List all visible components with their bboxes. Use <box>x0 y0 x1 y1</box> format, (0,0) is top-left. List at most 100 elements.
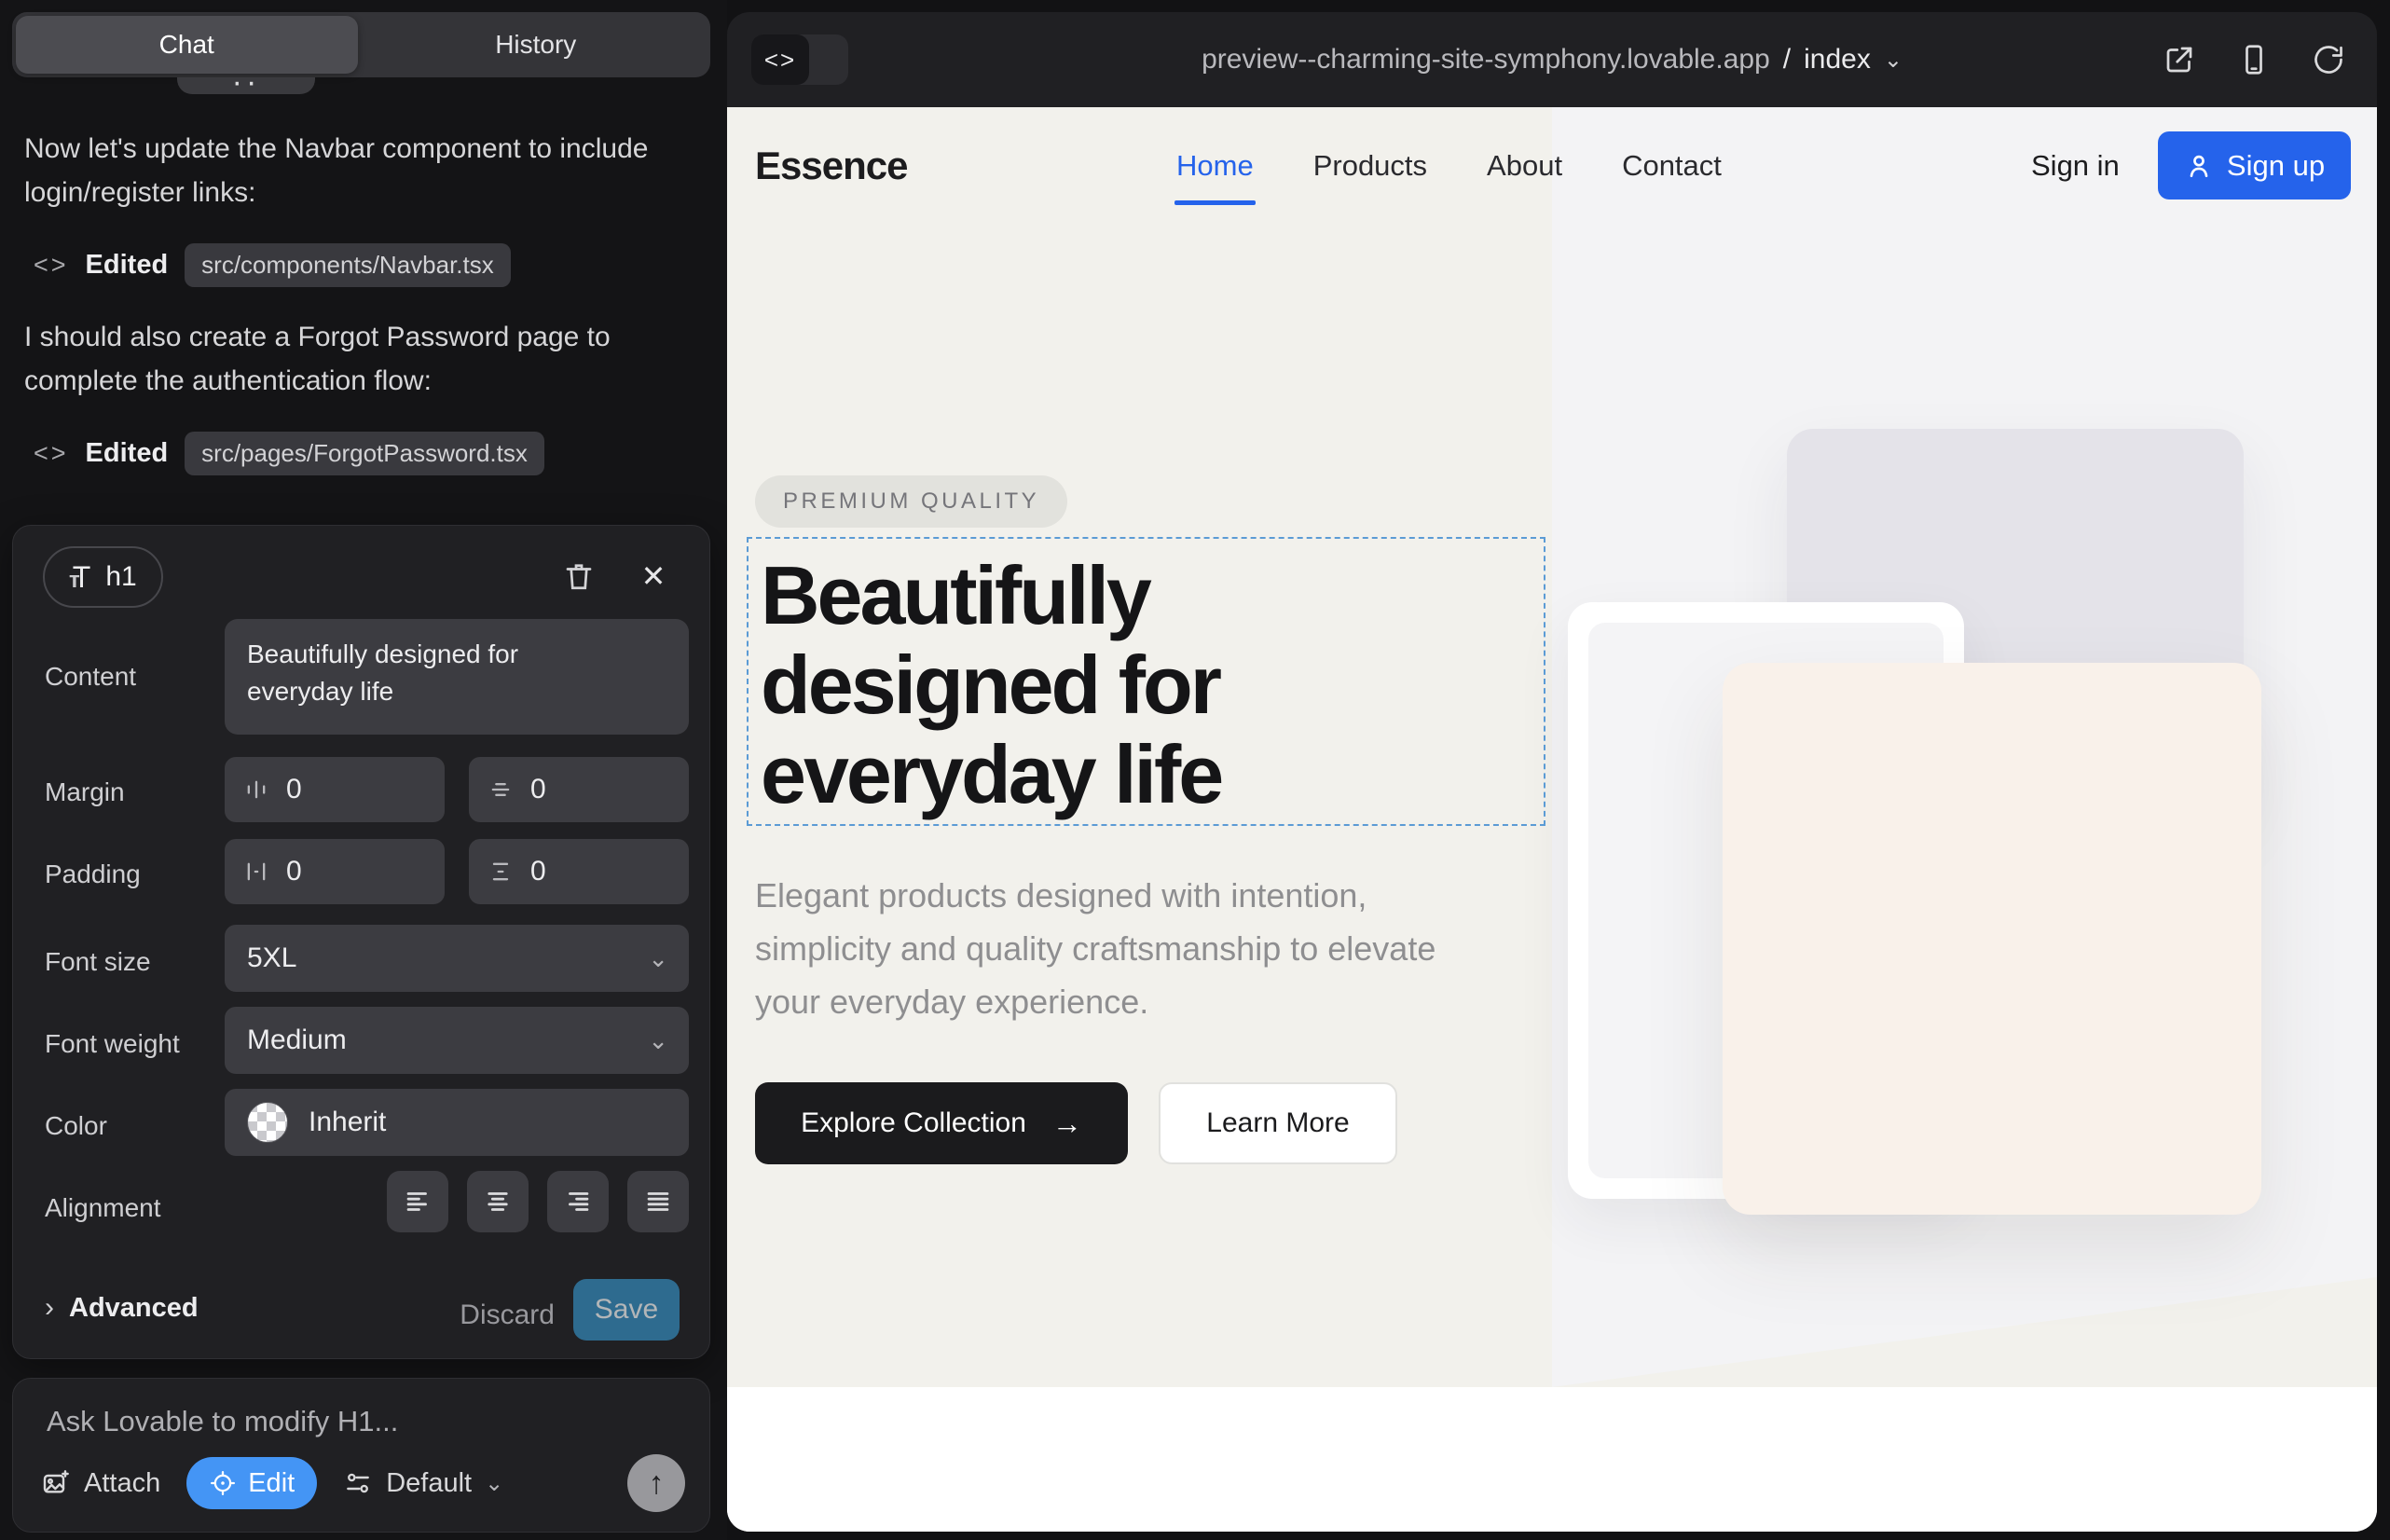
tab-history[interactable]: History <box>365 16 707 74</box>
send-button[interactable]: ↑ <box>627 1454 685 1512</box>
sign-up-button[interactable]: Sign up <box>2158 131 2351 199</box>
url-separator: / <box>1783 44 1791 76</box>
margin-x-value: 0 <box>286 774 302 805</box>
premium-quality-badge: PREMIUM QUALITY <box>755 475 1067 528</box>
content-input[interactable]: Beautifully designed for everyday life <box>225 619 689 735</box>
element-tag-label: h1 <box>105 561 136 593</box>
margin-label: Margin <box>45 777 125 807</box>
padding-x-input[interactable]: 0 <box>225 839 445 904</box>
nav-link-about[interactable]: About <box>1487 149 1562 183</box>
decor-card-cream <box>1723 663 2261 1215</box>
font-size-label: Font size <box>45 947 151 977</box>
file-path-badge[interactable]: src/components/Navbar.tsx <box>185 243 511 287</box>
below-hero-section <box>727 1387 2377 1532</box>
color-label: Color <box>45 1111 107 1141</box>
chat-composer[interactable]: Ask Lovable to modify H1... Attach <box>12 1378 710 1533</box>
element-editor-panel: тT h1 ✕ Content Beautifully designed for… <box>12 525 710 1359</box>
margin-vertical-icon <box>488 777 514 803</box>
font-weight-select[interactable]: Medium ⌄ <box>225 1007 689 1074</box>
margin-x-input[interactable]: 0 <box>225 757 445 822</box>
chevron-right-icon: › <box>45 1292 54 1324</box>
learn-more-button[interactable]: Learn More <box>1159 1082 1397 1164</box>
arrow-right-icon: → <box>1052 1107 1082 1141</box>
mode-label: Default <box>386 1468 472 1499</box>
code-icon: <> <box>34 439 69 468</box>
trash-icon <box>562 559 596 593</box>
diagonal-cream-wedge <box>1552 1277 2377 1387</box>
padding-vertical-icon <box>488 859 514 885</box>
margin-y-input[interactable]: 0 <box>469 757 689 822</box>
margin-y-value: 0 <box>530 774 546 805</box>
site-viewport: Essence Home Products About Contact Sign… <box>727 107 2377 1532</box>
open-in-new-tab-button[interactable] <box>2163 43 2196 76</box>
font-size-value: 5XL <box>247 942 296 974</box>
advanced-label: Advanced <box>69 1293 199 1324</box>
edited-label: Edited <box>86 438 169 469</box>
color-select[interactable]: Inherit <box>225 1089 689 1156</box>
advanced-toggle[interactable]: › Advanced <box>45 1292 199 1324</box>
explore-collection-button[interactable]: Explore Collection → <box>755 1082 1128 1164</box>
url-page: index <box>1804 44 1871 76</box>
close-icon: ✕ <box>641 558 666 594</box>
edited-file-row[interactable]: <> Edited src/pages/ForgotPassword.tsx <box>34 429 544 477</box>
tab-chat[interactable]: Chat <box>16 16 358 74</box>
padding-horizontal-icon <box>243 859 269 885</box>
file-path-badge[interactable]: src/pages/ForgotPassword.tsx <box>185 432 544 475</box>
selected-element-pill[interactable]: тT h1 <box>43 546 163 608</box>
scrolled-badge: ·· <box>177 77 315 94</box>
edited-file-row[interactable]: <> Edited src/components/Navbar.tsx <box>34 241 511 289</box>
type-icon: тT <box>69 560 90 595</box>
composer-placeholder[interactable]: Ask Lovable to modify H1... <box>47 1405 398 1438</box>
sign-in-link[interactable]: Sign in <box>2031 107 2120 224</box>
align-center-icon <box>482 1186 514 1217</box>
color-value: Inherit <box>309 1107 386 1138</box>
font-size-select[interactable]: 5XL ⌄ <box>225 925 689 992</box>
explore-collection-label: Explore Collection <box>801 1107 1026 1139</box>
sign-up-label: Sign up <box>2227 149 2325 183</box>
chat-message: Now let's update the Navbar component to… <box>24 127 677 214</box>
nav-link-home[interactable]: Home <box>1176 149 1254 183</box>
align-justify-icon <box>642 1186 674 1217</box>
mobile-view-button[interactable] <box>2237 43 2271 76</box>
lovable-sidebar: Chat History ·· Now let's update the Nav… <box>0 0 727 1540</box>
composer-toolbar: Attach Edit Default ⌄ <box>41 1453 685 1513</box>
hero-heading[interactable]: Beautifully designed for everyday life <box>761 551 1488 819</box>
chevron-down-icon: ⌄ <box>485 1470 503 1497</box>
content-value: Beautifully designed for everyday life <box>247 636 601 710</box>
hero-cta-row: Explore Collection → Learn More <box>755 1082 1397 1164</box>
edit-mode-button[interactable]: Edit <box>186 1457 317 1509</box>
site-navbar: Essence Home Products About Contact Sign… <box>727 107 2377 224</box>
user-icon <box>2184 151 2214 181</box>
alignment-button-group <box>225 1171 689 1232</box>
chat-history-tabbar: Chat History <box>12 12 710 77</box>
url-domain: preview--charming-site-symphony.lovable.… <box>1202 44 1770 76</box>
preview-url-bar[interactable]: preview--charming-site-symphony.lovable.… <box>727 12 2377 107</box>
align-right-button[interactable] <box>547 1171 609 1232</box>
alignment-label: Alignment <box>45 1193 161 1223</box>
discard-button[interactable]: Discard <box>460 1299 555 1331</box>
nav-link-contact[interactable]: Contact <box>1622 149 1722 183</box>
attach-image-icon <box>41 1468 71 1498</box>
align-left-button[interactable] <box>387 1171 448 1232</box>
site-nav-links: Home Products About Contact <box>1176 107 1722 224</box>
nav-link-products[interactable]: Products <box>1313 149 1427 183</box>
content-label: Content <box>45 662 136 692</box>
delete-element-button[interactable] <box>558 556 599 597</box>
align-center-button[interactable] <box>467 1171 529 1232</box>
close-panel-button[interactable]: ✕ <box>633 556 674 597</box>
arrow-up-icon: ↑ <box>649 1465 665 1502</box>
mode-select[interactable]: Default ⌄ <box>343 1468 503 1499</box>
site-logo[interactable]: Essence <box>755 107 907 224</box>
color-swatch-icon <box>247 1102 288 1143</box>
scrolled-badge-dots: ·· <box>232 77 261 94</box>
padding-x-value: 0 <box>286 856 302 887</box>
refresh-button[interactable] <box>2312 43 2345 76</box>
align-justify-button[interactable] <box>627 1171 689 1232</box>
sliders-icon <box>343 1468 373 1498</box>
save-button[interactable]: Save <box>573 1279 680 1341</box>
padding-y-value: 0 <box>530 856 546 887</box>
padding-y-input[interactable]: 0 <box>469 839 689 904</box>
learn-more-label: Learn More <box>1206 1107 1349 1139</box>
target-icon <box>209 1469 237 1497</box>
attach-button[interactable]: Attach <box>41 1468 160 1499</box>
